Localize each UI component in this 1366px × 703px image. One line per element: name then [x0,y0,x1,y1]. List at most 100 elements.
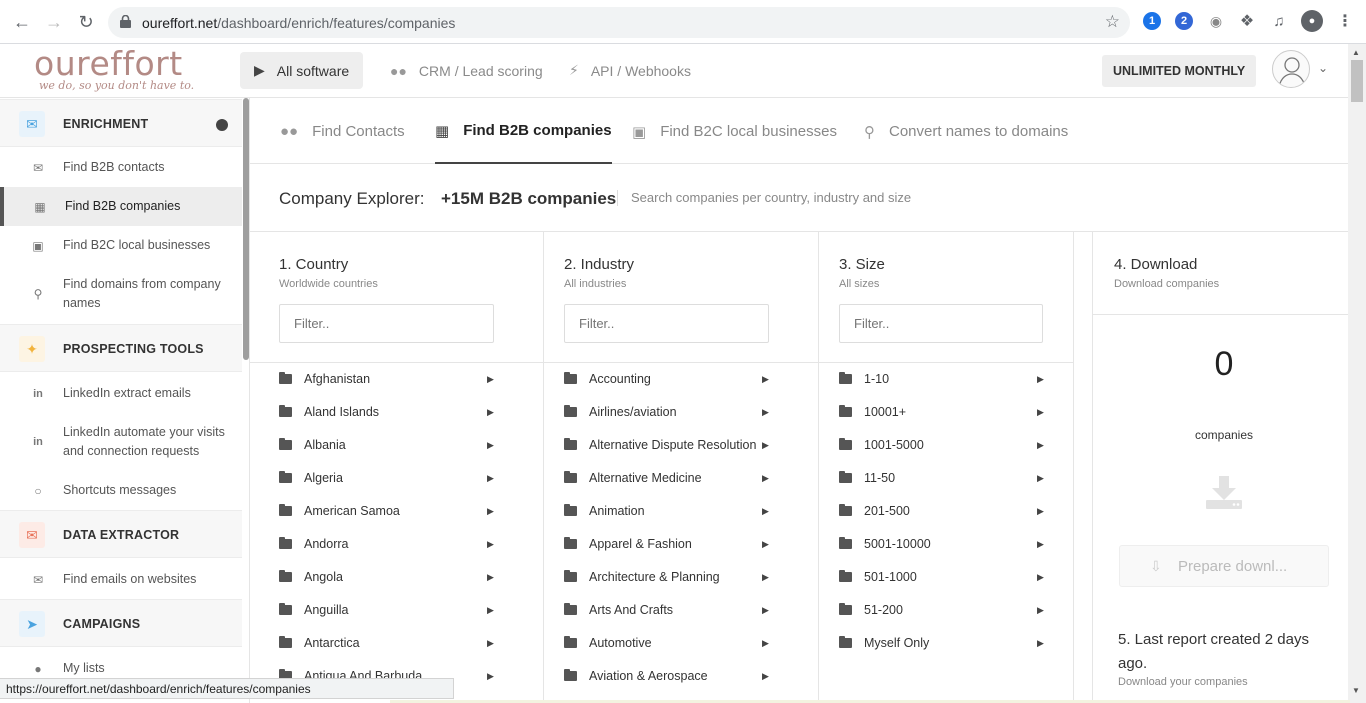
browser-menu-icon[interactable]: ⋮ [1336,12,1354,30]
country-list-item[interactable]: Andorra ▶ [250,529,543,562]
tab-convert-names[interactable]: ⚲ Convert names to domains [864,99,1068,164]
sidebar-scrollbar-thumb[interactable] [243,98,249,360]
sidebar-item-linkedin-extract[interactable]: in LinkedIn extract emails [0,374,242,413]
country-list-item[interactable]: Aland Islands ▶ [250,397,543,430]
reload-icon[interactable]: ↻ [74,10,98,34]
sidebar-section-prospecting[interactable]: ✦ PROSPECTING TOOLS [0,324,242,372]
scrollbar-thumb[interactable] [1351,60,1363,102]
tab-find-b2c-local[interactable]: ▣ Find B2C local businesses [632,99,837,164]
sidebar-item-shortcuts[interactable]: ○ Shortcuts messages [0,471,242,510]
tab-find-b2b-companies[interactable]: ▦ Find B2B companies [435,99,612,164]
bookmark-star-icon[interactable]: ☆ [1105,12,1120,32]
country-list-item[interactable]: Albania ▶ [250,430,543,463]
country-list-item[interactable]: Anguilla ▶ [250,595,543,628]
caret-right-icon[interactable]: ▶ [487,440,494,451]
country-list-item[interactable]: Antarctica ▶ [250,628,543,661]
caret-right-icon[interactable]: ▶ [1037,440,1044,451]
caret-right-icon[interactable]: ▶ [1037,473,1044,484]
caret-right-icon[interactable]: ▶ [762,539,769,550]
chevron-down-icon[interactable]: ⌄ [1318,61,1328,75]
tab-find-contacts[interactable]: ●● Find Contacts [280,99,405,164]
country-list-item[interactable]: American Samoa ▶ [250,496,543,529]
industry-list-item[interactable]: Automotive ▶ [544,628,818,661]
sidebar-item-find-domains[interactable]: ⚲ Find domains from company names [0,265,242,323]
size-list-item[interactable]: Myself Only ▶ [819,628,1073,661]
logo[interactable]: oureffort we do, so you don't have to. [34,44,214,98]
caret-right-icon[interactable]: ▶ [487,407,494,418]
caret-right-icon[interactable]: ▶ [762,473,769,484]
sidebar-section-campaigns[interactable]: ➤ CAMPAIGNS [0,599,242,647]
sidebar-item-linkedin-automate[interactable]: in LinkedIn automate your visits and con… [0,413,242,471]
size-list-item[interactable]: 1001-5000 ▶ [819,430,1073,463]
forward-arrow-icon[interactable]: → [42,10,66,34]
caret-right-icon[interactable]: ▶ [762,638,769,649]
size-list-item[interactable]: 51-200 ▶ [819,595,1073,628]
extensions-puzzle-icon[interactable]: ❖ [1238,12,1256,30]
sidebar-scrollbar[interactable] [242,98,249,703]
size-list-item[interactable]: 5001-10000 ▶ [819,529,1073,562]
password-manager-icon[interactable]: 1 [1143,12,1161,30]
size-list-item[interactable]: 201-500 ▶ [819,496,1073,529]
caret-right-icon[interactable]: ▶ [1037,407,1044,418]
caret-right-icon[interactable]: ▶ [487,572,494,583]
caret-right-icon[interactable]: ▶ [762,671,769,682]
caret-right-icon[interactable]: ▶ [1037,539,1044,550]
size-list-item[interactable]: 11-50 ▶ [819,463,1073,496]
nav-api-webhooks[interactable]: ⚡ API / Webhooks [555,52,705,89]
industry-list-item[interactable]: Alternative Medicine ▶ [544,463,818,496]
caret-right-icon[interactable]: ▶ [487,671,494,682]
sidebar-item-find-b2b-companies[interactable]: ▦ Find B2B companies [0,187,242,226]
size-list-item[interactable]: 10001+ ▶ [819,397,1073,430]
caret-right-icon[interactable]: ▶ [762,374,769,385]
country-list-item[interactable]: Afghanistan ▶ [250,364,543,397]
caret-right-icon[interactable]: ▶ [487,638,494,649]
camera-icon[interactable]: ◉ [1207,12,1225,30]
caret-right-icon[interactable]: ▶ [487,539,494,550]
caret-right-icon[interactable]: ▶ [487,506,494,517]
country-list-item[interactable]: Algeria ▶ [250,463,543,496]
industry-filter-input[interactable] [564,304,769,343]
industry-list-item[interactable]: Airlines/aviation ▶ [544,397,818,430]
industry-list-item[interactable]: Arts And Crafts ▶ [544,595,818,628]
size-list-item[interactable]: 501-1000 ▶ [819,562,1073,595]
caret-right-icon[interactable]: ▶ [762,605,769,616]
caret-right-icon[interactable]: ▶ [487,374,494,385]
industry-list-item[interactable]: Animation ▶ [544,496,818,529]
industry-list-item[interactable]: Accounting ▶ [544,364,818,397]
caret-right-icon[interactable]: ▶ [487,605,494,616]
caret-right-icon[interactable]: ▶ [762,506,769,517]
profile-icon[interactable]: ● [1301,10,1323,32]
scroll-up-icon[interactable]: ▲ [1352,48,1360,57]
industry-list-item[interactable]: Aviation & Aerospace ▶ [544,661,818,694]
country-list-item[interactable]: Angola ▶ [250,562,543,595]
caret-right-icon[interactable]: ▶ [1037,605,1044,616]
scroll-down-icon[interactable]: ▼ [1352,686,1360,695]
sidebar-section-data-extractor[interactable]: ✉ DATA EXTRACTOR [0,510,242,558]
industry-list-item[interactable]: Architecture & Planning ▶ [544,562,818,595]
caret-right-icon[interactable]: ▶ [1037,374,1044,385]
caret-right-icon[interactable]: ▶ [1037,638,1044,649]
media-control-icon[interactable]: ♫ [1270,12,1288,30]
collapse-toggle-icon[interactable] [216,119,228,131]
sidebar-item-find-b2b-contacts[interactable]: ✉ Find B2B contacts [0,148,242,187]
address-bar[interactable]: oureffort.net/dashboard/enrich/features/… [108,7,1130,38]
industry-list-item[interactable]: Apparel & Fashion ▶ [544,529,818,562]
caret-right-icon[interactable]: ▶ [762,407,769,418]
sidebar-item-find-b2c-local[interactable]: ▣ Find B2C local businesses [0,226,242,265]
back-arrow-icon[interactable]: ← [10,10,34,34]
caret-right-icon[interactable]: ▶ [762,440,769,451]
nav-crm-lead-scoring[interactable]: ●● CRM / Lead scoring [376,52,557,89]
caret-right-icon[interactable]: ▶ [1037,506,1044,517]
industry-list-item[interactable]: Alternative Dispute Resolution ▶ [544,430,818,463]
sidebar-item-find-emails-websites[interactable]: ✉ Find emails on websites [0,560,242,599]
nav-all-software[interactable]: ▶ All software [240,52,364,89]
country-filter-input[interactable] [279,304,494,343]
prepare-download-button[interactable]: ⇩ Prepare downl... [1119,545,1329,587]
plan-button[interactable]: UNLIMITED MONTHLY [1102,55,1257,87]
caret-right-icon[interactable]: ▶ [1037,572,1044,583]
caret-right-icon[interactable]: ▶ [762,572,769,583]
sidebar-section-enrichment[interactable]: ✉ ENRICHMENT [0,99,242,147]
size-filter-input[interactable] [839,304,1043,343]
avatar[interactable] [1272,50,1310,88]
extension-2-icon[interactable]: 2 [1175,12,1193,30]
